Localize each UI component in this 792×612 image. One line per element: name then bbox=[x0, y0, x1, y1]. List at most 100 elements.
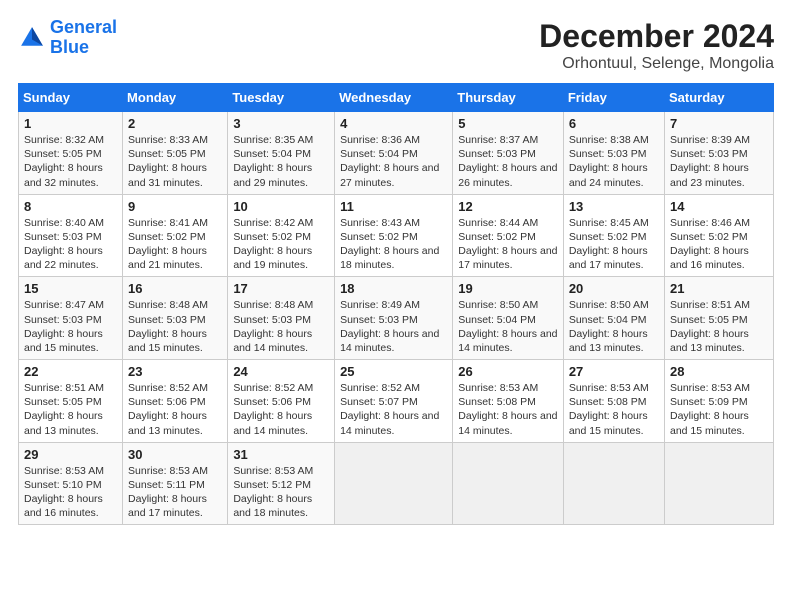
day-cell: 11 Sunrise: 8:43 AMSunset: 5:02 PMDaylig… bbox=[335, 194, 453, 277]
day-cell: 28 Sunrise: 8:53 AMSunset: 5:09 PMDaylig… bbox=[664, 360, 773, 443]
day-info: Sunrise: 8:53 AMSunset: 5:08 PMDaylight:… bbox=[458, 381, 559, 438]
day-cell: 12 Sunrise: 8:44 AMSunset: 5:02 PMDaylig… bbox=[453, 194, 564, 277]
page-subtitle: Orhontuul, Selenge, Mongolia bbox=[539, 55, 774, 73]
day-number: 22 bbox=[24, 364, 118, 379]
day-info: Sunrise: 8:53 AMSunset: 5:08 PMDaylight:… bbox=[569, 381, 660, 438]
day-cell bbox=[335, 442, 453, 525]
day-info: Sunrise: 8:36 AMSunset: 5:04 PMDaylight:… bbox=[340, 133, 448, 190]
day-number: 2 bbox=[128, 116, 223, 131]
day-cell: 31 Sunrise: 8:53 AMSunset: 5:12 PMDaylig… bbox=[228, 442, 335, 525]
day-cell: 22 Sunrise: 8:51 AMSunset: 5:05 PMDaylig… bbox=[19, 360, 123, 443]
col-saturday: Saturday bbox=[664, 84, 773, 112]
day-number: 8 bbox=[24, 199, 118, 214]
day-cell bbox=[453, 442, 564, 525]
week-row-2: 8 Sunrise: 8:40 AMSunset: 5:03 PMDayligh… bbox=[19, 194, 774, 277]
header-row: Sunday Monday Tuesday Wednesday Thursday… bbox=[19, 84, 774, 112]
day-number: 7 bbox=[670, 116, 769, 131]
day-cell bbox=[664, 442, 773, 525]
day-number: 16 bbox=[128, 281, 223, 296]
day-info: Sunrise: 8:48 AMSunset: 5:03 PMDaylight:… bbox=[233, 298, 330, 355]
day-number: 17 bbox=[233, 281, 330, 296]
day-cell: 3 Sunrise: 8:35 AMSunset: 5:04 PMDayligh… bbox=[228, 112, 335, 195]
col-monday: Monday bbox=[123, 84, 228, 112]
day-number: 13 bbox=[569, 199, 660, 214]
day-info: Sunrise: 8:53 AMSunset: 5:11 PMDaylight:… bbox=[128, 464, 223, 521]
day-info: Sunrise: 8:53 AMSunset: 5:10 PMDaylight:… bbox=[24, 464, 118, 521]
day-info: Sunrise: 8:41 AMSunset: 5:02 PMDaylight:… bbox=[128, 216, 223, 273]
day-number: 25 bbox=[340, 364, 448, 379]
day-number: 28 bbox=[670, 364, 769, 379]
logo-general: General bbox=[50, 17, 117, 37]
day-info: Sunrise: 8:53 AMSunset: 5:12 PMDaylight:… bbox=[233, 464, 330, 521]
day-info: Sunrise: 8:50 AMSunset: 5:04 PMDaylight:… bbox=[569, 298, 660, 355]
day-cell: 27 Sunrise: 8:53 AMSunset: 5:08 PMDaylig… bbox=[563, 360, 664, 443]
day-cell: 10 Sunrise: 8:42 AMSunset: 5:02 PMDaylig… bbox=[228, 194, 335, 277]
day-info: Sunrise: 8:35 AMSunset: 5:04 PMDaylight:… bbox=[233, 133, 330, 190]
logo-blue: Blue bbox=[50, 37, 89, 57]
day-info: Sunrise: 8:45 AMSunset: 5:02 PMDaylight:… bbox=[569, 216, 660, 273]
day-info: Sunrise: 8:52 AMSunset: 5:07 PMDaylight:… bbox=[340, 381, 448, 438]
logo-text: General Blue bbox=[50, 18, 117, 58]
week-row-5: 29 Sunrise: 8:53 AMSunset: 5:10 PMDaylig… bbox=[19, 442, 774, 525]
day-cell: 24 Sunrise: 8:52 AMSunset: 5:06 PMDaylig… bbox=[228, 360, 335, 443]
day-number: 14 bbox=[670, 199, 769, 214]
col-thursday: Thursday bbox=[453, 84, 564, 112]
day-cell: 21 Sunrise: 8:51 AMSunset: 5:05 PMDaylig… bbox=[664, 277, 773, 360]
day-cell: 16 Sunrise: 8:48 AMSunset: 5:03 PMDaylig… bbox=[123, 277, 228, 360]
col-sunday: Sunday bbox=[19, 84, 123, 112]
col-tuesday: Tuesday bbox=[228, 84, 335, 112]
day-cell: 4 Sunrise: 8:36 AMSunset: 5:04 PMDayligh… bbox=[335, 112, 453, 195]
day-number: 12 bbox=[458, 199, 559, 214]
day-cell: 17 Sunrise: 8:48 AMSunset: 5:03 PMDaylig… bbox=[228, 277, 335, 360]
day-cell: 20 Sunrise: 8:50 AMSunset: 5:04 PMDaylig… bbox=[563, 277, 664, 360]
day-info: Sunrise: 8:44 AMSunset: 5:02 PMDaylight:… bbox=[458, 216, 559, 273]
day-number: 3 bbox=[233, 116, 330, 131]
day-number: 4 bbox=[340, 116, 448, 131]
day-info: Sunrise: 8:42 AMSunset: 5:02 PMDaylight:… bbox=[233, 216, 330, 273]
day-info: Sunrise: 8:48 AMSunset: 5:03 PMDaylight:… bbox=[128, 298, 223, 355]
day-number: 15 bbox=[24, 281, 118, 296]
day-cell: 25 Sunrise: 8:52 AMSunset: 5:07 PMDaylig… bbox=[335, 360, 453, 443]
day-cell: 13 Sunrise: 8:45 AMSunset: 5:02 PMDaylig… bbox=[563, 194, 664, 277]
day-cell: 29 Sunrise: 8:53 AMSunset: 5:10 PMDaylig… bbox=[19, 442, 123, 525]
day-number: 31 bbox=[233, 447, 330, 462]
day-cell: 8 Sunrise: 8:40 AMSunset: 5:03 PMDayligh… bbox=[19, 194, 123, 277]
week-row-1: 1 Sunrise: 8:32 AMSunset: 5:05 PMDayligh… bbox=[19, 112, 774, 195]
calendar-page: General Blue December 2024 Orhontuul, Se… bbox=[0, 0, 792, 535]
day-number: 29 bbox=[24, 447, 118, 462]
day-info: Sunrise: 8:37 AMSunset: 5:03 PMDaylight:… bbox=[458, 133, 559, 190]
calendar-table: Sunday Monday Tuesday Wednesday Thursday… bbox=[18, 83, 774, 525]
day-number: 11 bbox=[340, 199, 448, 214]
day-info: Sunrise: 8:40 AMSunset: 5:03 PMDaylight:… bbox=[24, 216, 118, 273]
day-info: Sunrise: 8:39 AMSunset: 5:03 PMDaylight:… bbox=[670, 133, 769, 190]
day-number: 21 bbox=[670, 281, 769, 296]
logo: General Blue bbox=[18, 18, 117, 58]
day-info: Sunrise: 8:32 AMSunset: 5:05 PMDaylight:… bbox=[24, 133, 118, 190]
day-cell bbox=[563, 442, 664, 525]
day-number: 27 bbox=[569, 364, 660, 379]
day-cell: 14 Sunrise: 8:46 AMSunset: 5:02 PMDaylig… bbox=[664, 194, 773, 277]
day-info: Sunrise: 8:38 AMSunset: 5:03 PMDaylight:… bbox=[569, 133, 660, 190]
day-cell: 7 Sunrise: 8:39 AMSunset: 5:03 PMDayligh… bbox=[664, 112, 773, 195]
day-number: 26 bbox=[458, 364, 559, 379]
day-cell: 9 Sunrise: 8:41 AMSunset: 5:02 PMDayligh… bbox=[123, 194, 228, 277]
day-info: Sunrise: 8:46 AMSunset: 5:02 PMDaylight:… bbox=[670, 216, 769, 273]
day-cell: 6 Sunrise: 8:38 AMSunset: 5:03 PMDayligh… bbox=[563, 112, 664, 195]
day-info: Sunrise: 8:52 AMSunset: 5:06 PMDaylight:… bbox=[233, 381, 330, 438]
day-cell: 19 Sunrise: 8:50 AMSunset: 5:04 PMDaylig… bbox=[453, 277, 564, 360]
day-number: 6 bbox=[569, 116, 660, 131]
day-cell: 5 Sunrise: 8:37 AMSunset: 5:03 PMDayligh… bbox=[453, 112, 564, 195]
week-row-4: 22 Sunrise: 8:51 AMSunset: 5:05 PMDaylig… bbox=[19, 360, 774, 443]
day-info: Sunrise: 8:49 AMSunset: 5:03 PMDaylight:… bbox=[340, 298, 448, 355]
day-number: 24 bbox=[233, 364, 330, 379]
day-info: Sunrise: 8:50 AMSunset: 5:04 PMDaylight:… bbox=[458, 298, 559, 355]
logo-icon bbox=[18, 24, 46, 52]
day-info: Sunrise: 8:33 AMSunset: 5:05 PMDaylight:… bbox=[128, 133, 223, 190]
week-row-3: 15 Sunrise: 8:47 AMSunset: 5:03 PMDaylig… bbox=[19, 277, 774, 360]
day-cell: 18 Sunrise: 8:49 AMSunset: 5:03 PMDaylig… bbox=[335, 277, 453, 360]
day-cell: 30 Sunrise: 8:53 AMSunset: 5:11 PMDaylig… bbox=[123, 442, 228, 525]
day-info: Sunrise: 8:52 AMSunset: 5:06 PMDaylight:… bbox=[128, 381, 223, 438]
day-number: 19 bbox=[458, 281, 559, 296]
day-number: 30 bbox=[128, 447, 223, 462]
day-info: Sunrise: 8:47 AMSunset: 5:03 PMDaylight:… bbox=[24, 298, 118, 355]
